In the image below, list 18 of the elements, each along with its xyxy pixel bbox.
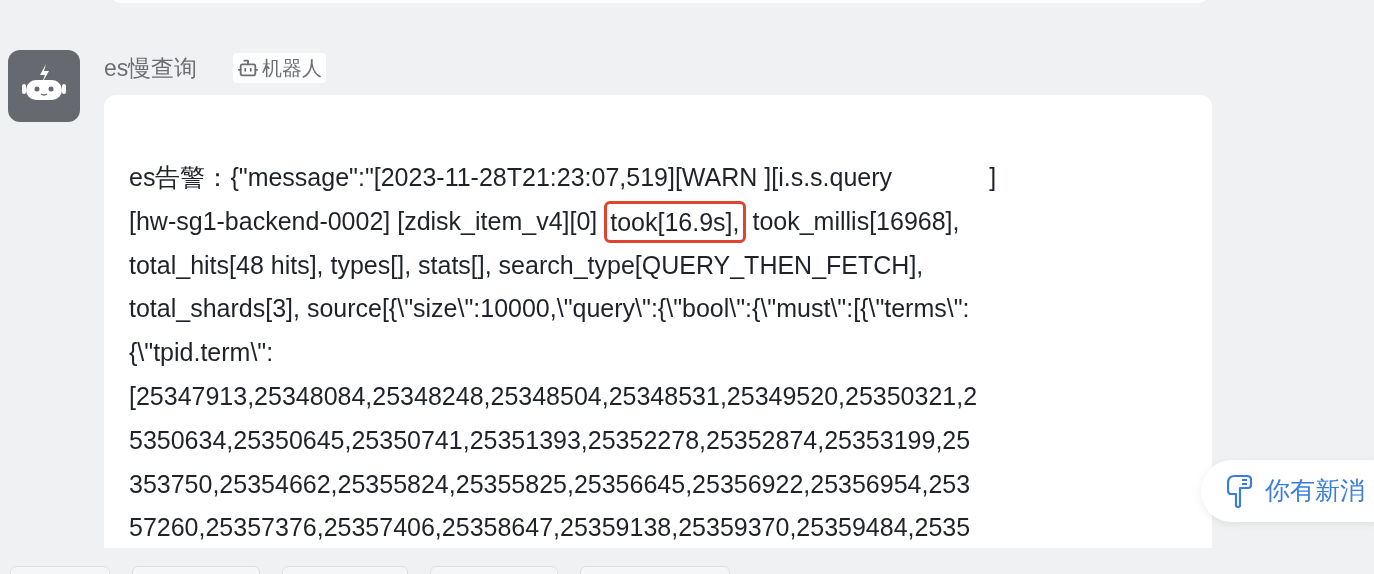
pointing-hand-icon bbox=[1227, 474, 1253, 508]
message-text: total_hits[48 hits], types[], stats[], search_type[QUERY_THEN_FETCH], bbox=[129, 249, 924, 281]
message-text: [hw-sg1-backend-0002] [zdisk_item_v4][0] bbox=[129, 205, 599, 237]
bot-avatar bbox=[8, 50, 80, 122]
message-text: 5350634,25350645,25350741,25351393,25352278,25352874,25353199,25 bbox=[129, 424, 971, 456]
highlighted-text: took[16.9s], bbox=[604, 200, 746, 243]
message-text: [25347913,25348084,25348248,25348504,25348531,25349520,25350321,2 bbox=[129, 381, 978, 412]
message-text: 353750,25354662,25355824,25355825,25356645,25356922,25356954,253 bbox=[129, 468, 971, 500]
sender-name: es慢查询 bbox=[104, 53, 198, 83]
message-text: total_shards[3], source[{\"size\":10000,\"query\":{\"bool\":{\"must\":[{\"terms\": bbox=[129, 293, 970, 325]
message-text: {\"tpid.term\": bbox=[129, 337, 274, 369]
message-text: took_millis[16968], bbox=[751, 205, 960, 237]
robot-icon bbox=[237, 57, 260, 79]
new-message-notice[interactable]: 你有新消 bbox=[1201, 460, 1374, 522]
bot-tag: 机器人 bbox=[233, 53, 327, 83]
message-text: 57260,25357376,25357406,25358647,25359138,25359370,25359484,2535 bbox=[129, 512, 971, 544]
notice-text: 你有新消 bbox=[1265, 475, 1365, 507]
message-text: es告警：{"message":"[2023-11-28T21:23:07,519][WARN ][i.s.s.query ] bbox=[129, 162, 997, 193]
